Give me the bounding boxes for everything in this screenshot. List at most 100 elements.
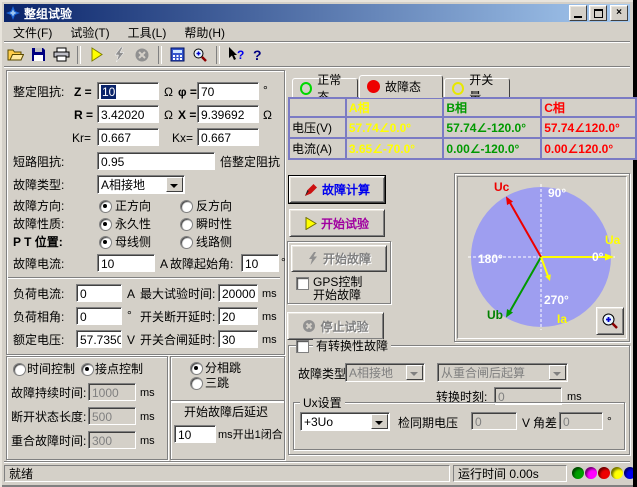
status-led-green	[572, 467, 584, 479]
fault-duration-unit: ms	[140, 386, 155, 400]
transform-fault-checkbox[interactable]	[296, 340, 309, 353]
menu-file[interactable]: 文件(F)	[4, 23, 61, 42]
toolbar: ? ?	[4, 43, 630, 66]
phasor-uc-label: Uc	[494, 180, 509, 194]
about-icon[interactable]: ?	[247, 44, 269, 65]
rated-voltage-input[interactable]: 57.7350	[76, 330, 122, 348]
phasor-zoom-button[interactable]	[596, 307, 624, 335]
current-c-cell: 0.00∠120.0°	[541, 138, 636, 159]
open-length-unit: ms	[140, 410, 155, 424]
tab-normal-state[interactable]: 正常态	[292, 78, 358, 98]
stop-circle-icon	[302, 319, 316, 333]
three-trip-label[interactable]: 三跳	[205, 376, 229, 390]
max-time-input[interactable]: 20000	[218, 284, 258, 302]
minimize-button[interactable]	[569, 5, 587, 21]
angle-diff-unit: °	[607, 414, 612, 428]
menu-test[interactable]: 试验(T)	[61, 23, 118, 42]
menu-tools[interactable]: 工具(L)	[119, 23, 176, 42]
delay-title: 开始故障后延迟	[184, 405, 268, 419]
gps-label-line1[interactable]: GPS控制	[313, 275, 362, 289]
tab-fault-state[interactable]: 故障态	[359, 75, 443, 98]
window-title: 整组试验	[24, 5, 567, 22]
radio-pt-bus[interactable]	[99, 236, 112, 249]
load-current-label: 负荷电流:	[13, 287, 64, 301]
radio-contact-control[interactable]	[81, 363, 94, 376]
open-delay-input[interactable]: 20	[218, 307, 258, 325]
fault-duration-input: 1000	[88, 383, 136, 401]
radio-three-trip[interactable]	[190, 377, 203, 390]
context-help-icon[interactable]: ?	[224, 44, 246, 65]
z-input[interactable]: 10	[97, 82, 159, 100]
calculator-icon[interactable]	[166, 44, 188, 65]
status-ready-panel: 就绪	[4, 465, 450, 482]
ux-dropdown[interactable]: +3Uo	[300, 412, 390, 431]
dir-forward-label[interactable]: 正方向	[115, 199, 151, 213]
start-test-icon[interactable]	[85, 44, 107, 65]
kr-input[interactable]: 0.667	[97, 128, 159, 146]
stop-test-icon[interactable]	[131, 44, 153, 65]
zoom-icon[interactable]	[189, 44, 211, 65]
voltage-a-cell: 57.74∠0.0°	[346, 117, 444, 138]
fault-calc-button[interactable]: 故障计算	[289, 176, 385, 203]
menu-help[interactable]: 帮助(H)	[175, 23, 234, 42]
gps-control-checkbox[interactable]	[296, 277, 309, 290]
start-test-button[interactable]: 开始试验	[289, 209, 385, 237]
x-input[interactable]: 9.39692	[197, 105, 259, 123]
dir-reverse-label[interactable]: 反方向	[196, 199, 232, 213]
row-label-current: 电流(A)	[289, 138, 346, 159]
short-circuit-input[interactable]: 0.95	[97, 152, 215, 170]
radio-time-control[interactable]	[13, 363, 26, 376]
start-fault-button: 开始故障	[291, 245, 387, 272]
radio-pt-line[interactable]	[180, 236, 193, 249]
open-delay-label: 开关断开延时:	[140, 310, 215, 324]
time-control-label[interactable]: 时间控制	[27, 362, 75, 376]
start-fault-icon[interactable]	[108, 44, 130, 65]
reclose-time-label: 重合故障时间:	[11, 434, 86, 448]
switch-state-dot-icon	[452, 82, 464, 95]
status-ready-text: 就绪	[9, 467, 33, 481]
fault-type-dropdown[interactable]: A相接地	[97, 175, 185, 194]
fault-current-input[interactable]: 10	[97, 254, 155, 272]
fault-angle-label: 故障起始角:	[170, 257, 233, 271]
contact-control-label[interactable]: 接点控制	[95, 362, 143, 376]
radio-dir-forward[interactable]	[99, 200, 112, 213]
kx-input[interactable]: 0.667	[197, 128, 259, 146]
radio-dir-reverse[interactable]	[180, 200, 193, 213]
phase-trip-label[interactable]: 分相跳	[205, 361, 241, 375]
radio-nature-inst[interactable]	[180, 218, 193, 231]
pt-line-label[interactable]: 线路侧	[196, 235, 232, 249]
transform-fault-label[interactable]: 有转换性故障	[313, 339, 391, 353]
print-icon[interactable]	[50, 44, 72, 65]
radio-phase-trip[interactable]	[190, 362, 203, 375]
load-current-input[interactable]: 0	[76, 284, 122, 302]
close-delay-input[interactable]: 30	[218, 330, 258, 348]
save-icon[interactable]	[27, 44, 49, 65]
z-unit: Ω	[164, 85, 173, 99]
fault-angle-input[interactable]: 10	[241, 254, 279, 272]
status-led-yellow	[611, 467, 623, 479]
chevron-down-icon	[406, 365, 423, 380]
angle-diff-label: 角差	[533, 416, 557, 430]
title-bar[interactable]: 整组试验 ×	[4, 4, 630, 22]
maximize-button[interactable]	[589, 5, 607, 21]
tab-switch-state[interactable]: 开关量	[444, 78, 510, 98]
transform-timing-dropdown: 从重合闸后起算	[437, 363, 568, 382]
close-button[interactable]: ×	[610, 5, 628, 21]
reclose-time-unit: ms	[140, 434, 155, 448]
voltage-b-cell: 57.74∠-120.0°	[443, 117, 541, 138]
radio-nature-perm[interactable]	[99, 218, 112, 231]
r-input[interactable]: 3.42020	[97, 105, 159, 123]
short-circuit-suffix: 倍整定阻抗	[220, 155, 280, 169]
chevron-down-icon[interactable]	[371, 414, 388, 429]
nature-perm-label[interactable]: 永久性	[115, 217, 151, 231]
transform-type-dropdown: A相接地	[345, 363, 425, 382]
pt-bus-label[interactable]: 母线侧	[115, 235, 151, 249]
phi-input[interactable]: 70	[197, 82, 259, 100]
load-phase-input[interactable]: 0	[76, 307, 122, 325]
sync-voltage-label: 检同期电压	[398, 416, 458, 430]
delay-input[interactable]: 10	[174, 425, 216, 443]
load-phase-label: 负荷相角:	[13, 310, 64, 324]
open-folder-icon[interactable]	[4, 44, 26, 65]
chevron-down-icon[interactable]	[166, 177, 183, 192]
nature-inst-label[interactable]: 瞬时性	[196, 217, 232, 231]
